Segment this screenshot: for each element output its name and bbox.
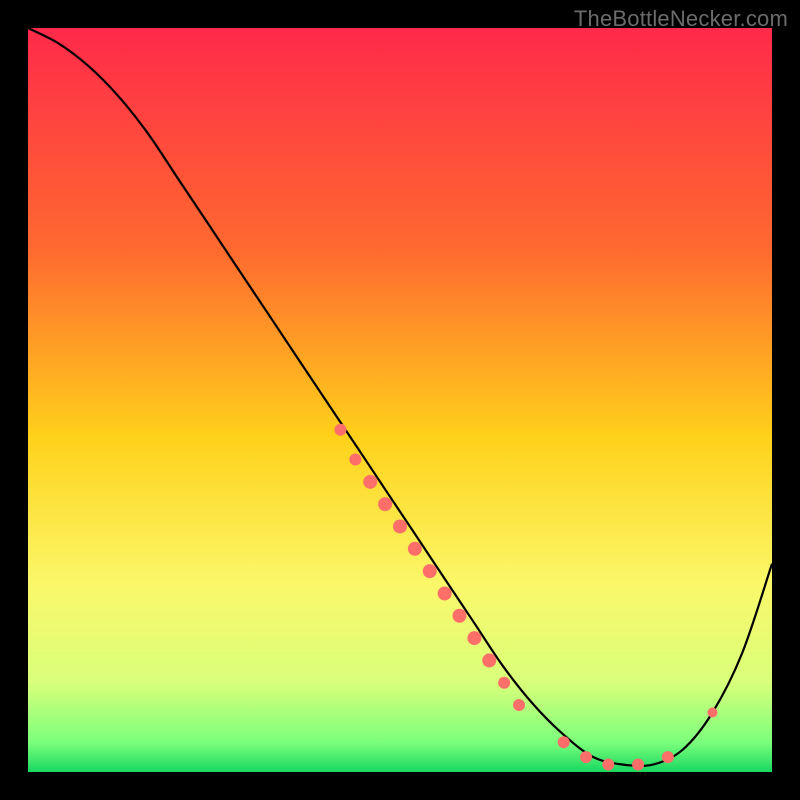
chart-background: [28, 28, 772, 772]
marker-point: [349, 454, 361, 466]
marker-point: [467, 631, 481, 645]
marker-point: [498, 677, 510, 689]
marker-point: [408, 542, 422, 556]
marker-point: [438, 586, 452, 600]
marker-point: [363, 475, 377, 489]
watermark-text: TheBottleNecker.com: [574, 6, 788, 32]
marker-point: [513, 699, 525, 711]
marker-point: [423, 564, 437, 578]
marker-point: [602, 759, 614, 771]
marker-point: [378, 497, 392, 511]
marker-point: [393, 519, 407, 533]
marker-point: [558, 736, 570, 748]
marker-point: [632, 759, 644, 771]
bottleneck-chart: [28, 28, 772, 772]
marker-point: [334, 424, 346, 436]
marker-point: [662, 751, 674, 763]
marker-point: [453, 609, 467, 623]
marker-point: [482, 653, 496, 667]
marker-point: [580, 751, 592, 763]
chart-container: [28, 28, 772, 772]
marker-point: [707, 707, 717, 717]
